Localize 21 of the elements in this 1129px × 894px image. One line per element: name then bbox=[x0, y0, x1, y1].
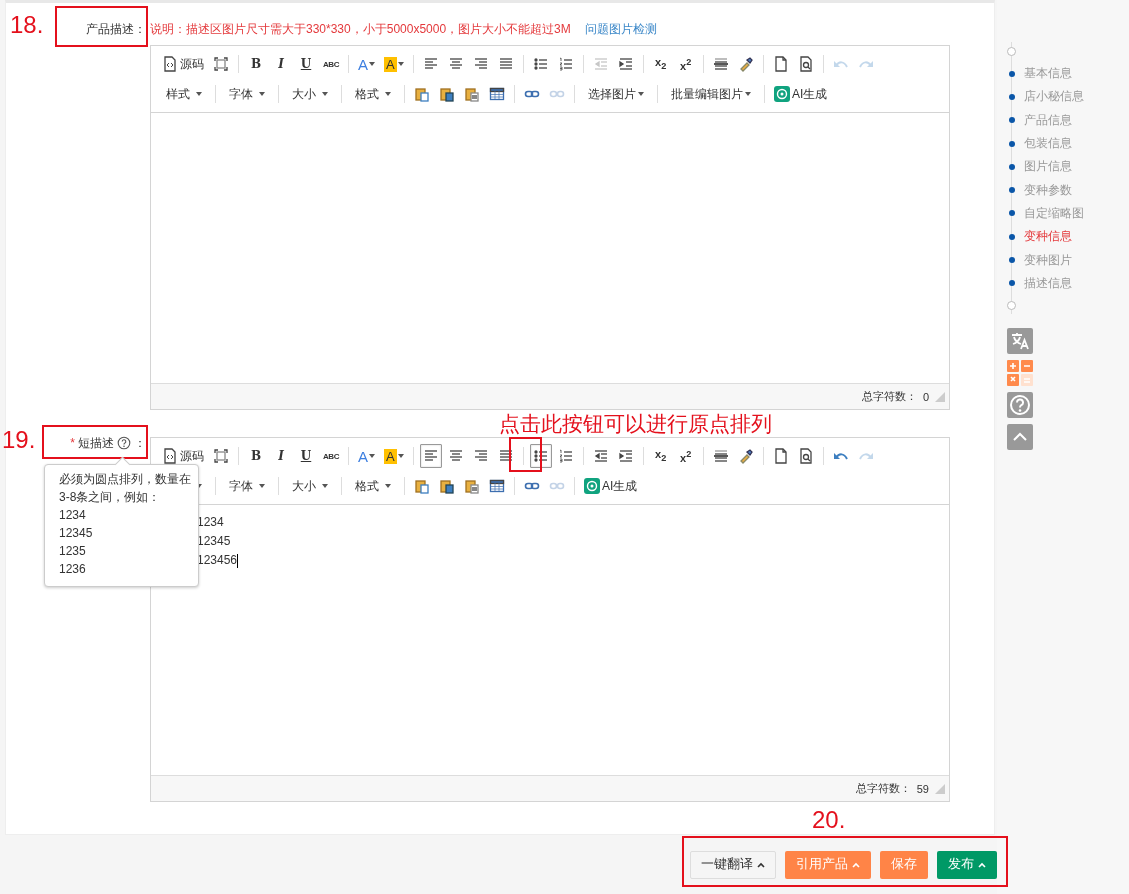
character-count-label: 总字符数： bbox=[861, 389, 917, 404]
label-colon: ： bbox=[134, 434, 146, 452]
list-item-text: 1234 bbox=[197, 514, 224, 531]
example-text: 12345 bbox=[59, 525, 93, 542]
character-count: 0 bbox=[922, 390, 929, 403]
example-text: 1234 bbox=[59, 507, 86, 524]
step-number: 20. bbox=[812, 806, 846, 834]
example-text: 1236 bbox=[59, 561, 86, 578]
required-mark: * bbox=[70, 436, 75, 450]
field-label: 短描述 bbox=[78, 434, 114, 452]
character-count-label: 总字符数： bbox=[855, 781, 911, 796]
step-number: 18. bbox=[10, 11, 44, 39]
list-item-text: 12345 bbox=[197, 533, 231, 550]
notice-text: 说明：描述区图片尺寸需大于330*330，小于5000x5000，图片大小不能超过3M bbox=[150, 21, 571, 38]
list-item-text: 123456 bbox=[197, 552, 239, 570]
field-label: 产品描述： bbox=[86, 21, 146, 38]
character-count: 59 bbox=[916, 782, 929, 795]
example-text: 1235 bbox=[59, 543, 86, 560]
callout-text: 点击此按钮可以进行原点排列 bbox=[499, 411, 772, 437]
step-number: 19. bbox=[2, 426, 36, 454]
tooltip-text: 必须为圆点排列，数量在3-8条之间，例如： bbox=[59, 471, 192, 506]
